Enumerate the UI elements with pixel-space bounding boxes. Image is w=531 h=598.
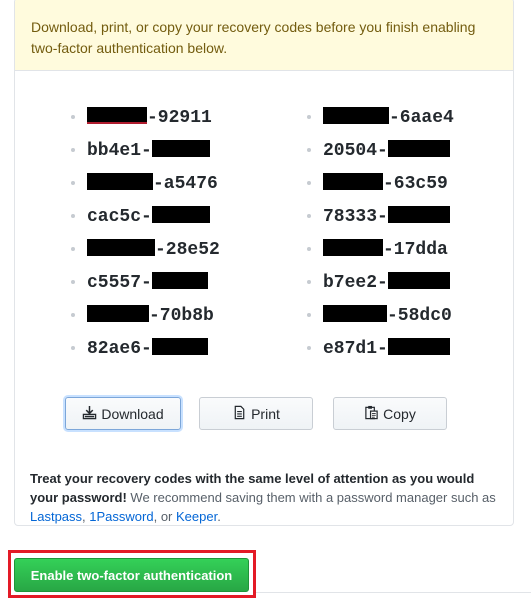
recovery-code: -a5476 <box>71 171 220 204</box>
enable-two-factor-button[interactable]: Enable two-factor authentication <box>14 558 249 592</box>
recovery-code: -17dda <box>307 237 454 270</box>
redacted-segment <box>387 206 450 223</box>
copy-label: Copy <box>383 405 416 422</box>
download-button[interactable]: Download <box>65 397 181 430</box>
redacted-segment <box>387 140 450 157</box>
code-text: 20504- <box>323 141 388 161</box>
recovery-code: cac5c- <box>71 204 220 237</box>
recovery-code: 78333- <box>307 204 454 237</box>
redacted-segment <box>87 239 155 256</box>
code-text: cac5c- <box>87 207 152 227</box>
redacted-segment <box>323 107 389 124</box>
redacted-segment <box>87 107 147 124</box>
keeper-link[interactable]: Keeper <box>176 509 217 524</box>
code-text: -17dda <box>383 240 448 260</box>
redacted-segment <box>323 173 383 190</box>
recovery-code: bb4e1- <box>71 138 220 171</box>
code-text: -63c59 <box>383 174 448 194</box>
code-text: c5557- <box>87 273 152 293</box>
bullet <box>71 346 75 350</box>
recovery-codes-panel: Download, print, or copy your recovery c… <box>14 0 514 526</box>
redacted-segment <box>151 140 210 157</box>
code-text: -58dc0 <box>387 306 452 326</box>
redacted-segment <box>151 206 210 223</box>
recovery-codes-right-column: -6aae4 20504- -63c59 78333- -17dda b7ee2… <box>307 105 454 369</box>
recovery-code: -70b8b <box>71 303 220 336</box>
recovery-code: -63c59 <box>307 171 454 204</box>
bullet <box>71 313 75 317</box>
print-icon <box>232 405 247 423</box>
bullet <box>71 148 75 152</box>
bullet <box>307 115 311 119</box>
recovery-code: 82ae6- <box>71 336 220 369</box>
code-text: -a5476 <box>153 174 218 194</box>
redacted-segment <box>323 239 383 256</box>
code-text: 78333- <box>323 207 388 227</box>
redacted-segment <box>151 272 208 289</box>
note-separator: , or <box>153 509 176 524</box>
redacted-segment <box>387 338 450 355</box>
bullet <box>307 247 311 251</box>
recovery-code: 20504- <box>307 138 454 171</box>
bullet <box>307 148 311 152</box>
bullet <box>307 181 311 185</box>
recovery-code: e87d1- <box>307 336 454 369</box>
print-label: Print <box>251 405 280 422</box>
redacted-segment <box>87 173 153 190</box>
download-label: Download <box>101 405 164 422</box>
1password-link[interactable]: 1Password <box>89 509 153 524</box>
code-text: -92911 <box>147 108 212 128</box>
code-text: -28e52 <box>155 240 220 260</box>
print-button[interactable]: Print <box>199 397 313 430</box>
code-text: b7ee2- <box>323 273 388 293</box>
recovery-code: c5557- <box>71 270 220 303</box>
recovery-code: -6aae4 <box>307 105 454 138</box>
copy-button[interactable]: Copy <box>333 397 447 430</box>
clipboard-icon <box>364 405 379 423</box>
bullet <box>307 346 311 350</box>
redacted-segment <box>151 338 208 355</box>
code-text: -70b8b <box>149 306 214 326</box>
bullet <box>307 214 311 218</box>
redacted-segment <box>387 272 450 289</box>
recovery-code: -92911 <box>71 105 220 138</box>
code-text: bb4e1- <box>87 141 152 161</box>
download-icon <box>82 405 97 423</box>
note-text: We recommend saving them with a password… <box>126 490 496 505</box>
code-text: e87d1- <box>323 339 388 359</box>
recovery-codes-note: Treat your recovery codes with the same … <box>30 469 506 526</box>
recovery-code: -28e52 <box>71 237 220 270</box>
bullet <box>307 280 311 284</box>
recovery-codes-warning: Download, print, or copy your recovery c… <box>15 0 513 71</box>
code-text: -6aae4 <box>389 108 454 128</box>
redacted-segment <box>323 305 387 322</box>
bullet <box>71 247 75 251</box>
redacted-segment <box>87 305 149 322</box>
bullet <box>307 313 311 317</box>
bullet <box>71 280 75 284</box>
lastpass-link[interactable]: Lastpass <box>30 509 82 524</box>
bullet <box>71 181 75 185</box>
recovery-code: b7ee2- <box>307 270 454 303</box>
divider <box>256 592 531 593</box>
recovery-code: -58dc0 <box>307 303 454 336</box>
code-text: 82ae6- <box>87 339 152 359</box>
bullet <box>71 214 75 218</box>
bullet <box>71 115 75 119</box>
recovery-codes-left-column: -92911 bb4e1- -a5476 cac5c- -28e52 c5557… <box>71 105 220 369</box>
note-end: . <box>217 509 221 524</box>
